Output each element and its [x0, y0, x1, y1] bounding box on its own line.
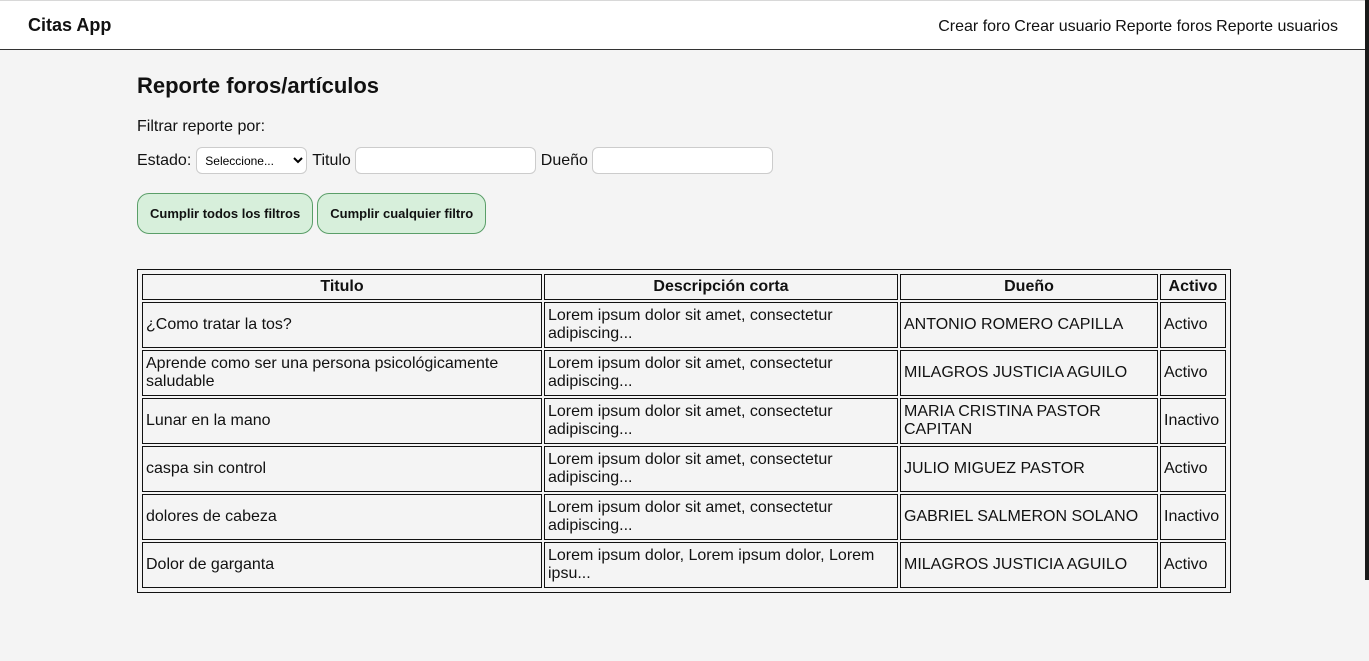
table-row: caspa sin control Lorem ipsum dolor sit …: [142, 446, 1226, 492]
cell-descripcion: Lorem ipsum dolor sit amet, consectetur …: [544, 398, 898, 444]
filter-buttons: Cumplir todos los filtros Cumplir cualqu…: [137, 193, 487, 234]
cell-titulo: dolores de cabeza: [142, 494, 542, 540]
cell-activo: Inactivo: [1160, 398, 1226, 444]
nav-crear-foro[interactable]: Crear foro: [938, 18, 1010, 36]
cell-dueno: GABRIEL SALMERON SOLANO: [900, 494, 1158, 540]
table-row: Dolor de garganta Lorem ipsum dolor, Lor…: [142, 542, 1226, 588]
cell-titulo: Dolor de garganta: [142, 542, 542, 588]
cell-titulo: ¿Como tratar la tos?: [142, 302, 542, 348]
header-activo: Activo: [1160, 274, 1226, 300]
table-row: dolores de cabeza Lorem ipsum dolor sit …: [142, 494, 1226, 540]
cell-descripcion: Lorem ipsum dolor sit amet, consectetur …: [544, 446, 898, 492]
estado-label: Estado:: [137, 151, 192, 169]
cell-titulo: caspa sin control: [142, 446, 542, 492]
cell-descripcion: Lorem ipsum dolor sit amet, consectetur …: [544, 350, 898, 396]
scrollbar[interactable]: [1365, 0, 1369, 580]
nav-links: Crear foro Crear usuario Reporte foros R…: [938, 18, 1338, 36]
dueno-label: Dueño: [540, 151, 588, 169]
top-navbar: Citas App Crear foro Crear usuario Repor…: [0, 0, 1365, 50]
any-filter-button[interactable]: Cumplir cualquier filtro: [317, 193, 487, 234]
page-title: Reporte foros/artículos: [137, 73, 380, 98]
header-dueno: Dueño: [900, 274, 1158, 300]
header-titulo: Titulo: [142, 274, 542, 300]
table-row: ¿Como tratar la tos? Lorem ipsum dolor s…: [142, 302, 1226, 348]
cell-dueno: MILAGROS JUSTICIA AGUILO: [900, 350, 1158, 396]
dueno-input[interactable]: [591, 147, 773, 174]
filter-row: Estado: Seleccione... Titulo Dueño: [137, 147, 778, 174]
cell-titulo: Aprende como ser una persona psicológica…: [142, 350, 542, 396]
cell-activo: Activo: [1160, 302, 1226, 348]
titulo-label: Titulo: [312, 151, 351, 169]
report-table: Titulo Descripción corta Dueño Activo ¿C…: [137, 269, 1231, 593]
table-row: Lunar en la mano Lorem ipsum dolor sit a…: [142, 398, 1226, 444]
cell-descripcion: Lorem ipsum dolor sit amet, consectetur …: [544, 302, 898, 348]
cell-dueno: MARIA CRISTINA PASTOR CAPITAN: [900, 398, 1158, 444]
cell-descripcion: Lorem ipsum dolor, Lorem ipsum dolor, Lo…: [544, 542, 898, 588]
cell-titulo: Lunar en la mano: [142, 398, 542, 444]
cell-activo: Activo: [1160, 350, 1226, 396]
all-filters-button[interactable]: Cumplir todos los filtros: [137, 193, 314, 234]
table-header-row: Titulo Descripción corta Dueño Activo: [142, 274, 1226, 300]
titulo-input[interactable]: [354, 147, 536, 174]
estado-select[interactable]: Seleccione...: [196, 147, 308, 174]
cell-descripcion: Lorem ipsum dolor sit amet, consectetur …: [544, 494, 898, 540]
filter-label: Filtrar reporte por:: [137, 118, 266, 135]
cell-dueno: MILAGROS JUSTICIA AGUILO: [900, 542, 1158, 588]
nav-crear-usuario[interactable]: Crear usuario: [1014, 18, 1111, 36]
header-descripcion: Descripción corta: [544, 274, 898, 300]
nav-reporte-foros[interactable]: Reporte foros: [1115, 18, 1212, 36]
app-brand[interactable]: Citas App: [28, 15, 111, 36]
cell-activo: Activo: [1160, 542, 1226, 588]
cell-activo: Activo: [1160, 446, 1226, 492]
nav-reporte-usuarios[interactable]: Reporte usuarios: [1216, 18, 1338, 36]
cell-dueno: JULIO MIGUEZ PASTOR: [900, 446, 1158, 492]
cell-activo: Inactivo: [1160, 494, 1226, 540]
cell-dueno: ANTONIO ROMERO CAPILLA: [900, 302, 1158, 348]
report-table-wrap: Titulo Descripción corta Dueño Activo ¿C…: [137, 269, 1231, 593]
table-row: Aprende como ser una persona psicológica…: [142, 350, 1226, 396]
